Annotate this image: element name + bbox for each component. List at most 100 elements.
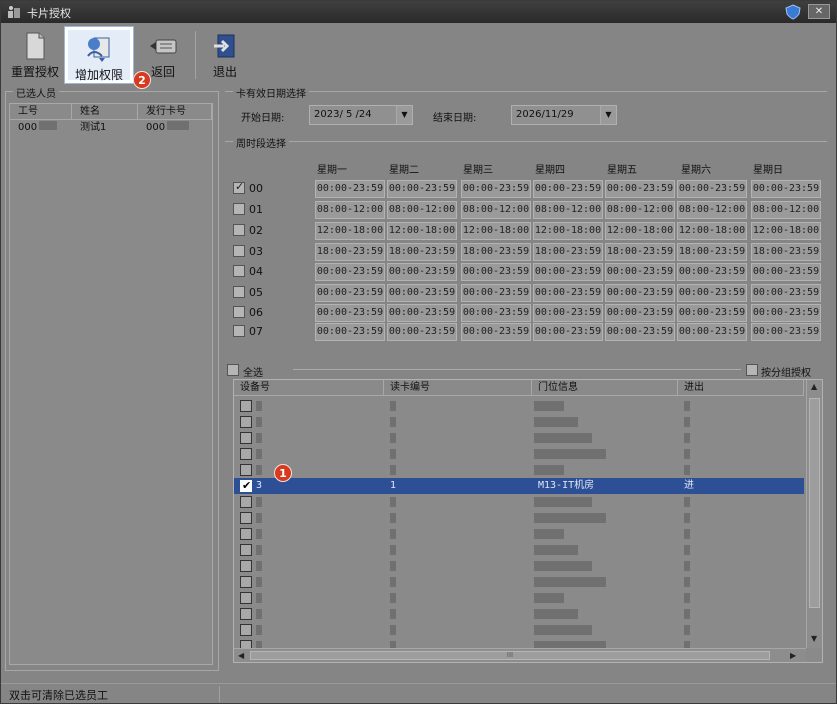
row-checkbox[interactable]: [240, 432, 252, 444]
time-slot-field[interactable]: 00:00-23:59: [315, 180, 385, 198]
table-row[interactable]: [234, 574, 804, 590]
row-checkbox[interactable]: [240, 560, 252, 572]
group-auth-checkbox[interactable]: [746, 364, 758, 376]
time-slot-checkbox[interactable]: [233, 245, 245, 257]
col-device-number[interactable]: 设备号: [234, 380, 384, 396]
time-slot-field[interactable]: 08:00-12:00: [677, 201, 747, 219]
close-button[interactable]: ✕: [808, 4, 830, 19]
time-slot-field[interactable]: 00:00-23:59: [315, 323, 385, 341]
time-slot-field[interactable]: 18:00-23:59: [315, 243, 385, 261]
time-slot-field[interactable]: 00:00-23:59: [461, 263, 531, 281]
time-slot-field[interactable]: 00:00-23:59: [677, 180, 747, 198]
col-direction[interactable]: 进出: [678, 380, 804, 396]
time-slot-field[interactable]: 00:00-23:59: [533, 180, 603, 198]
chevron-down-icon[interactable]: ▼: [600, 106, 616, 124]
time-slot-field[interactable]: 00:00-23:59: [315, 263, 385, 281]
table-row[interactable]: [234, 526, 804, 542]
time-slot-field[interactable]: 08:00-12:00: [605, 201, 675, 219]
time-slot-field[interactable]: 08:00-12:00: [533, 201, 603, 219]
time-slot-field[interactable]: 18:00-23:59: [751, 243, 821, 261]
row-checkbox[interactable]: [240, 624, 252, 636]
time-slot-field[interactable]: 00:00-23:59: [677, 304, 747, 322]
time-slot-field[interactable]: 00:00-23:59: [461, 323, 531, 341]
time-slot-field[interactable]: 18:00-23:59: [533, 243, 603, 261]
time-slot-field[interactable]: 00:00-23:59: [533, 323, 603, 341]
table-row[interactable]: [234, 446, 804, 462]
time-slot-field[interactable]: 12:00-18:00: [677, 222, 747, 240]
time-slot-field[interactable]: 00:00-23:59: [533, 304, 603, 322]
time-slot-field[interactable]: 12:00-18:00: [533, 222, 603, 240]
scroll-right-icon[interactable]: ▶: [790, 651, 796, 660]
row-checkbox[interactable]: [240, 544, 252, 556]
table-row[interactable]: [234, 558, 804, 574]
time-slot-field[interactable]: 00:00-23:59: [677, 284, 747, 302]
row-checkbox[interactable]: [240, 528, 252, 540]
device-table[interactable]: 设备号 读卡编号 门位信息 进出 31M13-IT机房进 ▲ ▼ ◀ III ▶: [233, 379, 823, 663]
table-row[interactable]: [234, 462, 804, 478]
time-slot-field[interactable]: 00:00-23:59: [751, 180, 821, 198]
col-reader-number[interactable]: 读卡编号: [384, 380, 532, 396]
time-slot-checkbox[interactable]: [233, 180, 245, 194]
start-date-picker[interactable]: 2023/ 5 /24 ▼: [309, 105, 413, 125]
add-permission-button[interactable]: 增加权限: [65, 27, 133, 83]
chevron-down-icon[interactable]: ▼: [396, 106, 412, 124]
table-row[interactable]: [234, 622, 804, 638]
shield-icon[interactable]: [784, 4, 802, 20]
time-slot-field[interactable]: 12:00-18:00: [461, 222, 531, 240]
horizontal-scrollbar[interactable]: ◀ III ▶: [234, 648, 806, 662]
device-row-selected[interactable]: 3 1 M13-IT机房 进: [234, 478, 804, 494]
scroll-left-icon[interactable]: ◀: [238, 651, 244, 660]
table-row[interactable]: [234, 414, 804, 430]
exit-button[interactable]: 退出: [203, 27, 247, 83]
list-item[interactable]: 000 测试1 000: [10, 120, 212, 136]
time-slot-field[interactable]: 08:00-12:00: [461, 201, 531, 219]
row-checkbox[interactable]: [240, 608, 252, 620]
time-slot-field[interactable]: 18:00-23:59: [461, 243, 531, 261]
time-slot-field[interactable]: 18:00-23:59: [605, 243, 675, 261]
selected-people-list[interactable]: 工号 姓名 发行卡号 000 测试1 000: [9, 103, 213, 665]
time-slot-field[interactable]: 00:00-23:59: [315, 284, 385, 302]
time-slot-field[interactable]: 00:00-23:59: [387, 323, 457, 341]
scroll-thumb[interactable]: [809, 398, 820, 608]
row-checkbox[interactable]: [240, 512, 252, 524]
time-slot-field[interactable]: 12:00-18:00: [387, 222, 457, 240]
time-slot-field[interactable]: 12:00-18:00: [315, 222, 385, 240]
time-slot-field[interactable]: 00:00-23:59: [605, 180, 675, 198]
time-slot-field[interactable]: 00:00-23:59: [677, 263, 747, 281]
time-slot-field[interactable]: 00:00-23:59: [605, 284, 675, 302]
time-slot-field[interactable]: 00:00-23:59: [387, 284, 457, 302]
time-slot-field[interactable]: 00:00-23:59: [677, 323, 747, 341]
time-slot-checkbox[interactable]: [233, 224, 245, 236]
time-slot-field[interactable]: 00:00-23:59: [533, 284, 603, 302]
time-slot-checkbox[interactable]: [233, 286, 245, 298]
table-row[interactable]: [234, 494, 804, 510]
time-slot-field[interactable]: 00:00-23:59: [461, 180, 531, 198]
time-slot-checkbox[interactable]: [233, 306, 245, 318]
time-slot-field[interactable]: 18:00-23:59: [677, 243, 747, 261]
col-name[interactable]: 姓名: [72, 104, 138, 120]
time-slot-field[interactable]: 08:00-12:00: [751, 201, 821, 219]
table-row[interactable]: [234, 510, 804, 526]
time-slot-field[interactable]: 12:00-18:00: [605, 222, 675, 240]
scroll-up-icon[interactable]: ▲: [811, 382, 817, 391]
time-slot-field[interactable]: 12:00-18:00: [751, 222, 821, 240]
time-slot-field[interactable]: 00:00-23:59: [605, 263, 675, 281]
row-checkbox[interactable]: [240, 576, 252, 588]
time-slot-field[interactable]: 08:00-12:00: [387, 201, 457, 219]
vertical-scrollbar[interactable]: ▲ ▼: [806, 380, 822, 648]
select-all-checkbox[interactable]: [227, 364, 239, 376]
row-checkbox[interactable]: [240, 448, 252, 460]
row-checkbox[interactable]: [240, 400, 252, 412]
time-slot-field[interactable]: 00:00-23:59: [605, 323, 675, 341]
col-door-info[interactable]: 门位信息: [532, 380, 678, 396]
time-slot-field[interactable]: 00:00-23:59: [605, 304, 675, 322]
time-slot-field[interactable]: 00:00-23:59: [751, 284, 821, 302]
time-slot-field[interactable]: 00:00-23:59: [387, 304, 457, 322]
table-row[interactable]: [234, 542, 804, 558]
table-row[interactable]: [234, 430, 804, 446]
time-slot-checkbox[interactable]: [233, 203, 245, 215]
time-slot-field[interactable]: 00:00-23:59: [751, 263, 821, 281]
row-checkbox[interactable]: [240, 464, 252, 476]
row-checkbox[interactable]: [240, 416, 252, 428]
time-slot-field[interactable]: 18:00-23:59: [387, 243, 457, 261]
